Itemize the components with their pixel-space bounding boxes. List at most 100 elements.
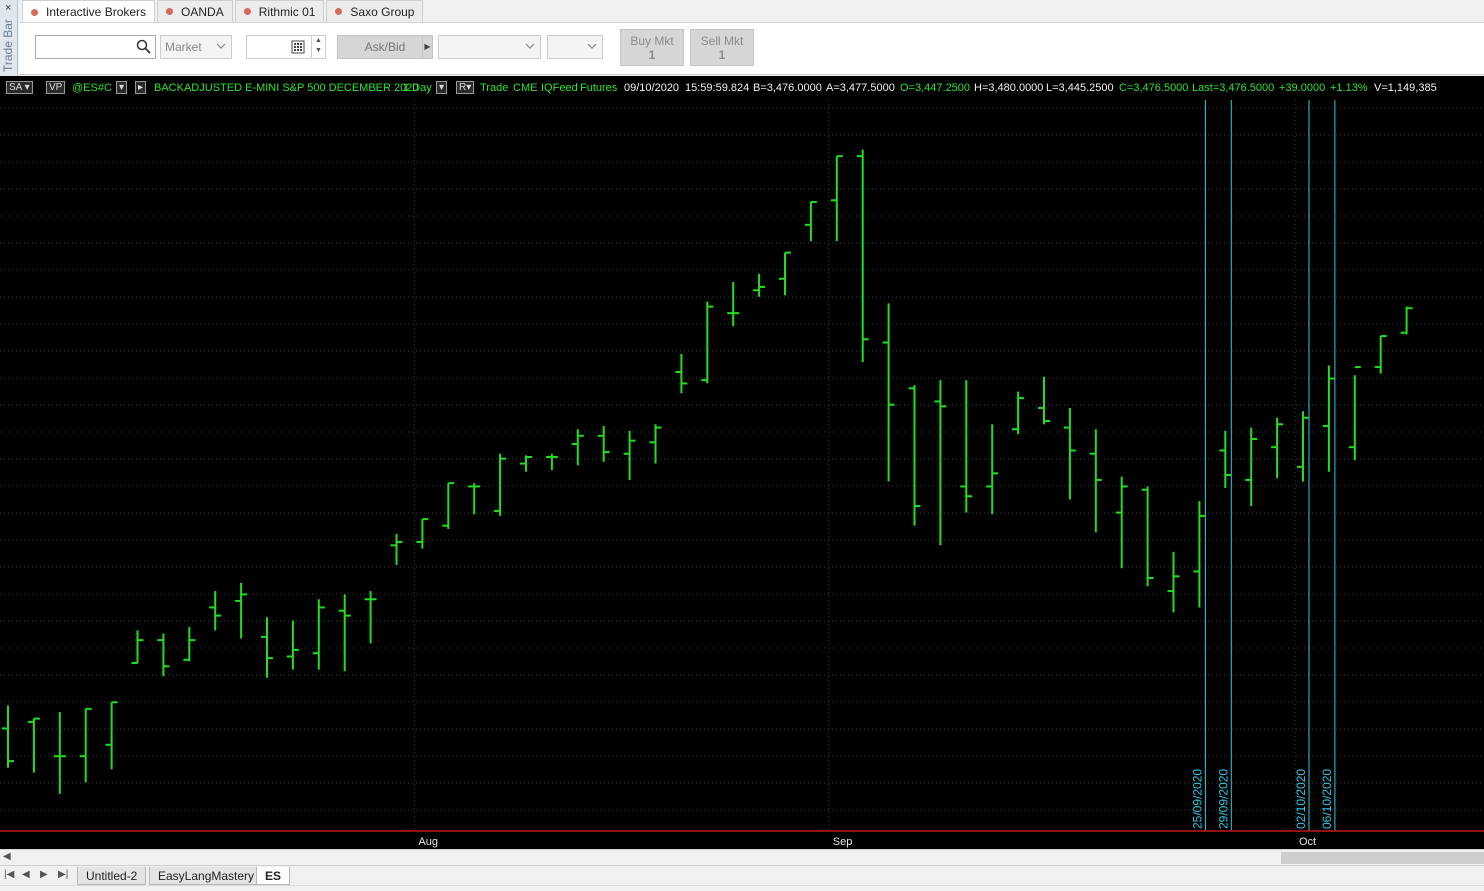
scrollbar-thumb[interactable] xyxy=(1281,852,1484,864)
buy-market-button[interactable]: Buy Mkt 1 xyxy=(620,29,684,66)
ohlc-bar[interactable] xyxy=(468,483,481,515)
ohlc-bar[interactable] xyxy=(79,707,92,783)
ohlc-bar[interactable] xyxy=(753,273,766,297)
ohlc-bar[interactable] xyxy=(1193,501,1206,608)
ohlc-bar[interactable] xyxy=(235,582,248,639)
ohlc-bar[interactable] xyxy=(157,633,170,677)
tab-saxo-group[interactable]: Saxo Group xyxy=(326,0,424,22)
ohlc-bar[interactable] xyxy=(986,424,999,515)
tab-untitled-2[interactable]: Untitled-2 xyxy=(77,867,147,885)
tab-label: Interactive Brokers xyxy=(46,5,147,19)
ohlc-bar[interactable] xyxy=(105,701,118,770)
ohlc-bar[interactable] xyxy=(390,533,403,565)
chevron-right-icon[interactable]: ▶ xyxy=(422,36,432,58)
ohlc-bar[interactable] xyxy=(520,455,532,472)
ohlc-bar[interactable] xyxy=(1167,551,1180,613)
ohlc-bar[interactable] xyxy=(779,251,791,296)
chart-scrollbar[interactable]: ◀ xyxy=(0,849,1484,865)
interval-label: 1 Day xyxy=(403,82,432,94)
close-icon[interactable]: × xyxy=(5,2,11,14)
ohlc-bar[interactable] xyxy=(830,155,843,242)
ohlc-bar[interactable] xyxy=(649,424,662,464)
symbol-search-field[interactable] xyxy=(35,35,156,59)
interval-dropdown-icon[interactable]: ▾ xyxy=(436,81,448,94)
ohlc-bar[interactable] xyxy=(727,282,740,327)
ohlc-bar[interactable] xyxy=(209,591,222,631)
symbol-input[interactable] xyxy=(39,37,134,57)
ohlc-bar[interactable] xyxy=(1348,366,1361,461)
ohlc-bar[interactable] xyxy=(27,717,40,773)
ohlc-bar[interactable] xyxy=(1063,407,1076,500)
ohlc-bar[interactable] xyxy=(701,301,714,384)
ohlc-bar[interactable] xyxy=(1089,429,1102,533)
first-tab-icon[interactable]: |◀ xyxy=(4,869,14,880)
ohlc-bar[interactable] xyxy=(494,453,507,516)
ohlc-bar[interactable] xyxy=(442,482,455,529)
ohlc-bar[interactable] xyxy=(882,303,895,482)
spin-buttons[interactable]: ▲ ▼ xyxy=(311,36,325,58)
ohlc-bar[interactable] xyxy=(286,620,299,670)
tab-rithmic[interactable]: Rithmic 01 xyxy=(234,0,325,22)
tab-oanda[interactable]: OANDA xyxy=(157,0,233,22)
quantity-stepper[interactable]: ▲ ▼ xyxy=(246,35,326,59)
symbol-label: @ES#C xyxy=(72,82,112,94)
symbol-dropdown-icon[interactable]: ▾ xyxy=(116,81,128,94)
ohlc-bar[interactable] xyxy=(261,617,273,678)
ohlc-bar[interactable] xyxy=(804,200,817,242)
ohlc-bar[interactable] xyxy=(1038,376,1050,425)
ohlc-bar[interactable] xyxy=(675,354,688,394)
ohlc-bar[interactable] xyxy=(960,380,973,513)
close-value: C=3,476.5000 xyxy=(1119,82,1189,94)
symbol-menu-icon[interactable]: ▸ xyxy=(135,81,147,94)
ohlc-bar[interactable] xyxy=(908,385,921,526)
price-chart[interactable]: 25/09/2020 29/09/2020 02/10/2020 06/10/2020… xyxy=(0,100,1484,849)
tab-es[interactable]: ES xyxy=(256,867,291,885)
ohlc-bar[interactable] xyxy=(1322,365,1335,472)
ohlc-bar[interactable] xyxy=(416,518,429,549)
tab-interactive-brokers[interactable]: Interactive Brokers xyxy=(22,0,156,23)
r-button[interactable]: R▾ xyxy=(456,81,475,94)
order-type-select[interactable]: Market xyxy=(160,35,232,59)
ohlc-bar[interactable] xyxy=(623,430,636,480)
tab-easylangmastery[interactable]: EasyLangMastery xyxy=(149,867,264,885)
ohlc-bar[interactable] xyxy=(571,429,584,466)
broker-tabs: Interactive Brokers OANDA Rithmic 01 Sax… xyxy=(22,0,425,23)
route-select[interactable] xyxy=(438,35,541,59)
ohlc-bar[interactable] xyxy=(2,705,14,768)
ask-bid-button[interactable]: Ask/Bid ▶ xyxy=(337,35,433,59)
ohlc-bar[interactable] xyxy=(856,149,869,363)
ohlc-bar[interactable] xyxy=(364,591,377,644)
search-icon[interactable] xyxy=(136,39,151,54)
vp-button[interactable]: VP xyxy=(46,81,66,94)
calculator-icon[interactable] xyxy=(291,40,305,54)
ohlc-bar[interactable] xyxy=(1400,306,1413,335)
ohlc-bar[interactable] xyxy=(1141,486,1154,587)
ohlc-bar[interactable] xyxy=(545,453,558,471)
style-button[interactable]: SA ▾ xyxy=(6,81,33,94)
trade-bar-side-tab[interactable]: × Trade Bar xyxy=(0,0,18,76)
ohlc-bar[interactable] xyxy=(183,627,196,662)
ohlc-bar[interactable] xyxy=(1297,411,1309,482)
next-tab-icon[interactable]: ▶ xyxy=(40,869,48,880)
prev-tab-icon[interactable]: ◀ xyxy=(22,869,30,880)
ohlc-bar[interactable] xyxy=(1271,417,1284,479)
status-dot-icon xyxy=(31,8,38,16)
scroll-left-icon[interactable]: ◀ xyxy=(3,851,11,862)
ohlc-bar[interactable] xyxy=(1219,430,1232,489)
ohlc-bar[interactable] xyxy=(1245,427,1258,507)
ohlc-bar[interactable] xyxy=(1374,335,1387,374)
ohlc-bar[interactable] xyxy=(53,712,66,794)
ohlc-bar[interactable] xyxy=(131,630,144,665)
quote-date: 09/10/2020 xyxy=(624,82,680,94)
ohlc-bar[interactable] xyxy=(312,599,325,670)
data-type: Trade xyxy=(480,82,509,94)
last-tab-icon[interactable]: ▶| xyxy=(58,869,68,880)
duration-select[interactable] xyxy=(547,35,603,59)
ohlc-bar[interactable] xyxy=(1115,476,1128,569)
open-value: O=3,447.2500 xyxy=(900,82,971,94)
ohlc-bar[interactable] xyxy=(597,425,610,462)
ohlc-bar[interactable] xyxy=(338,594,351,672)
ohlc-chart[interactable]: 25/09/2020 29/09/2020 02/10/2020 06/10/2020… xyxy=(0,100,1484,849)
sell-market-button[interactable]: Sell Mkt 1 xyxy=(690,29,754,66)
ohlc-bar[interactable] xyxy=(1012,391,1025,435)
